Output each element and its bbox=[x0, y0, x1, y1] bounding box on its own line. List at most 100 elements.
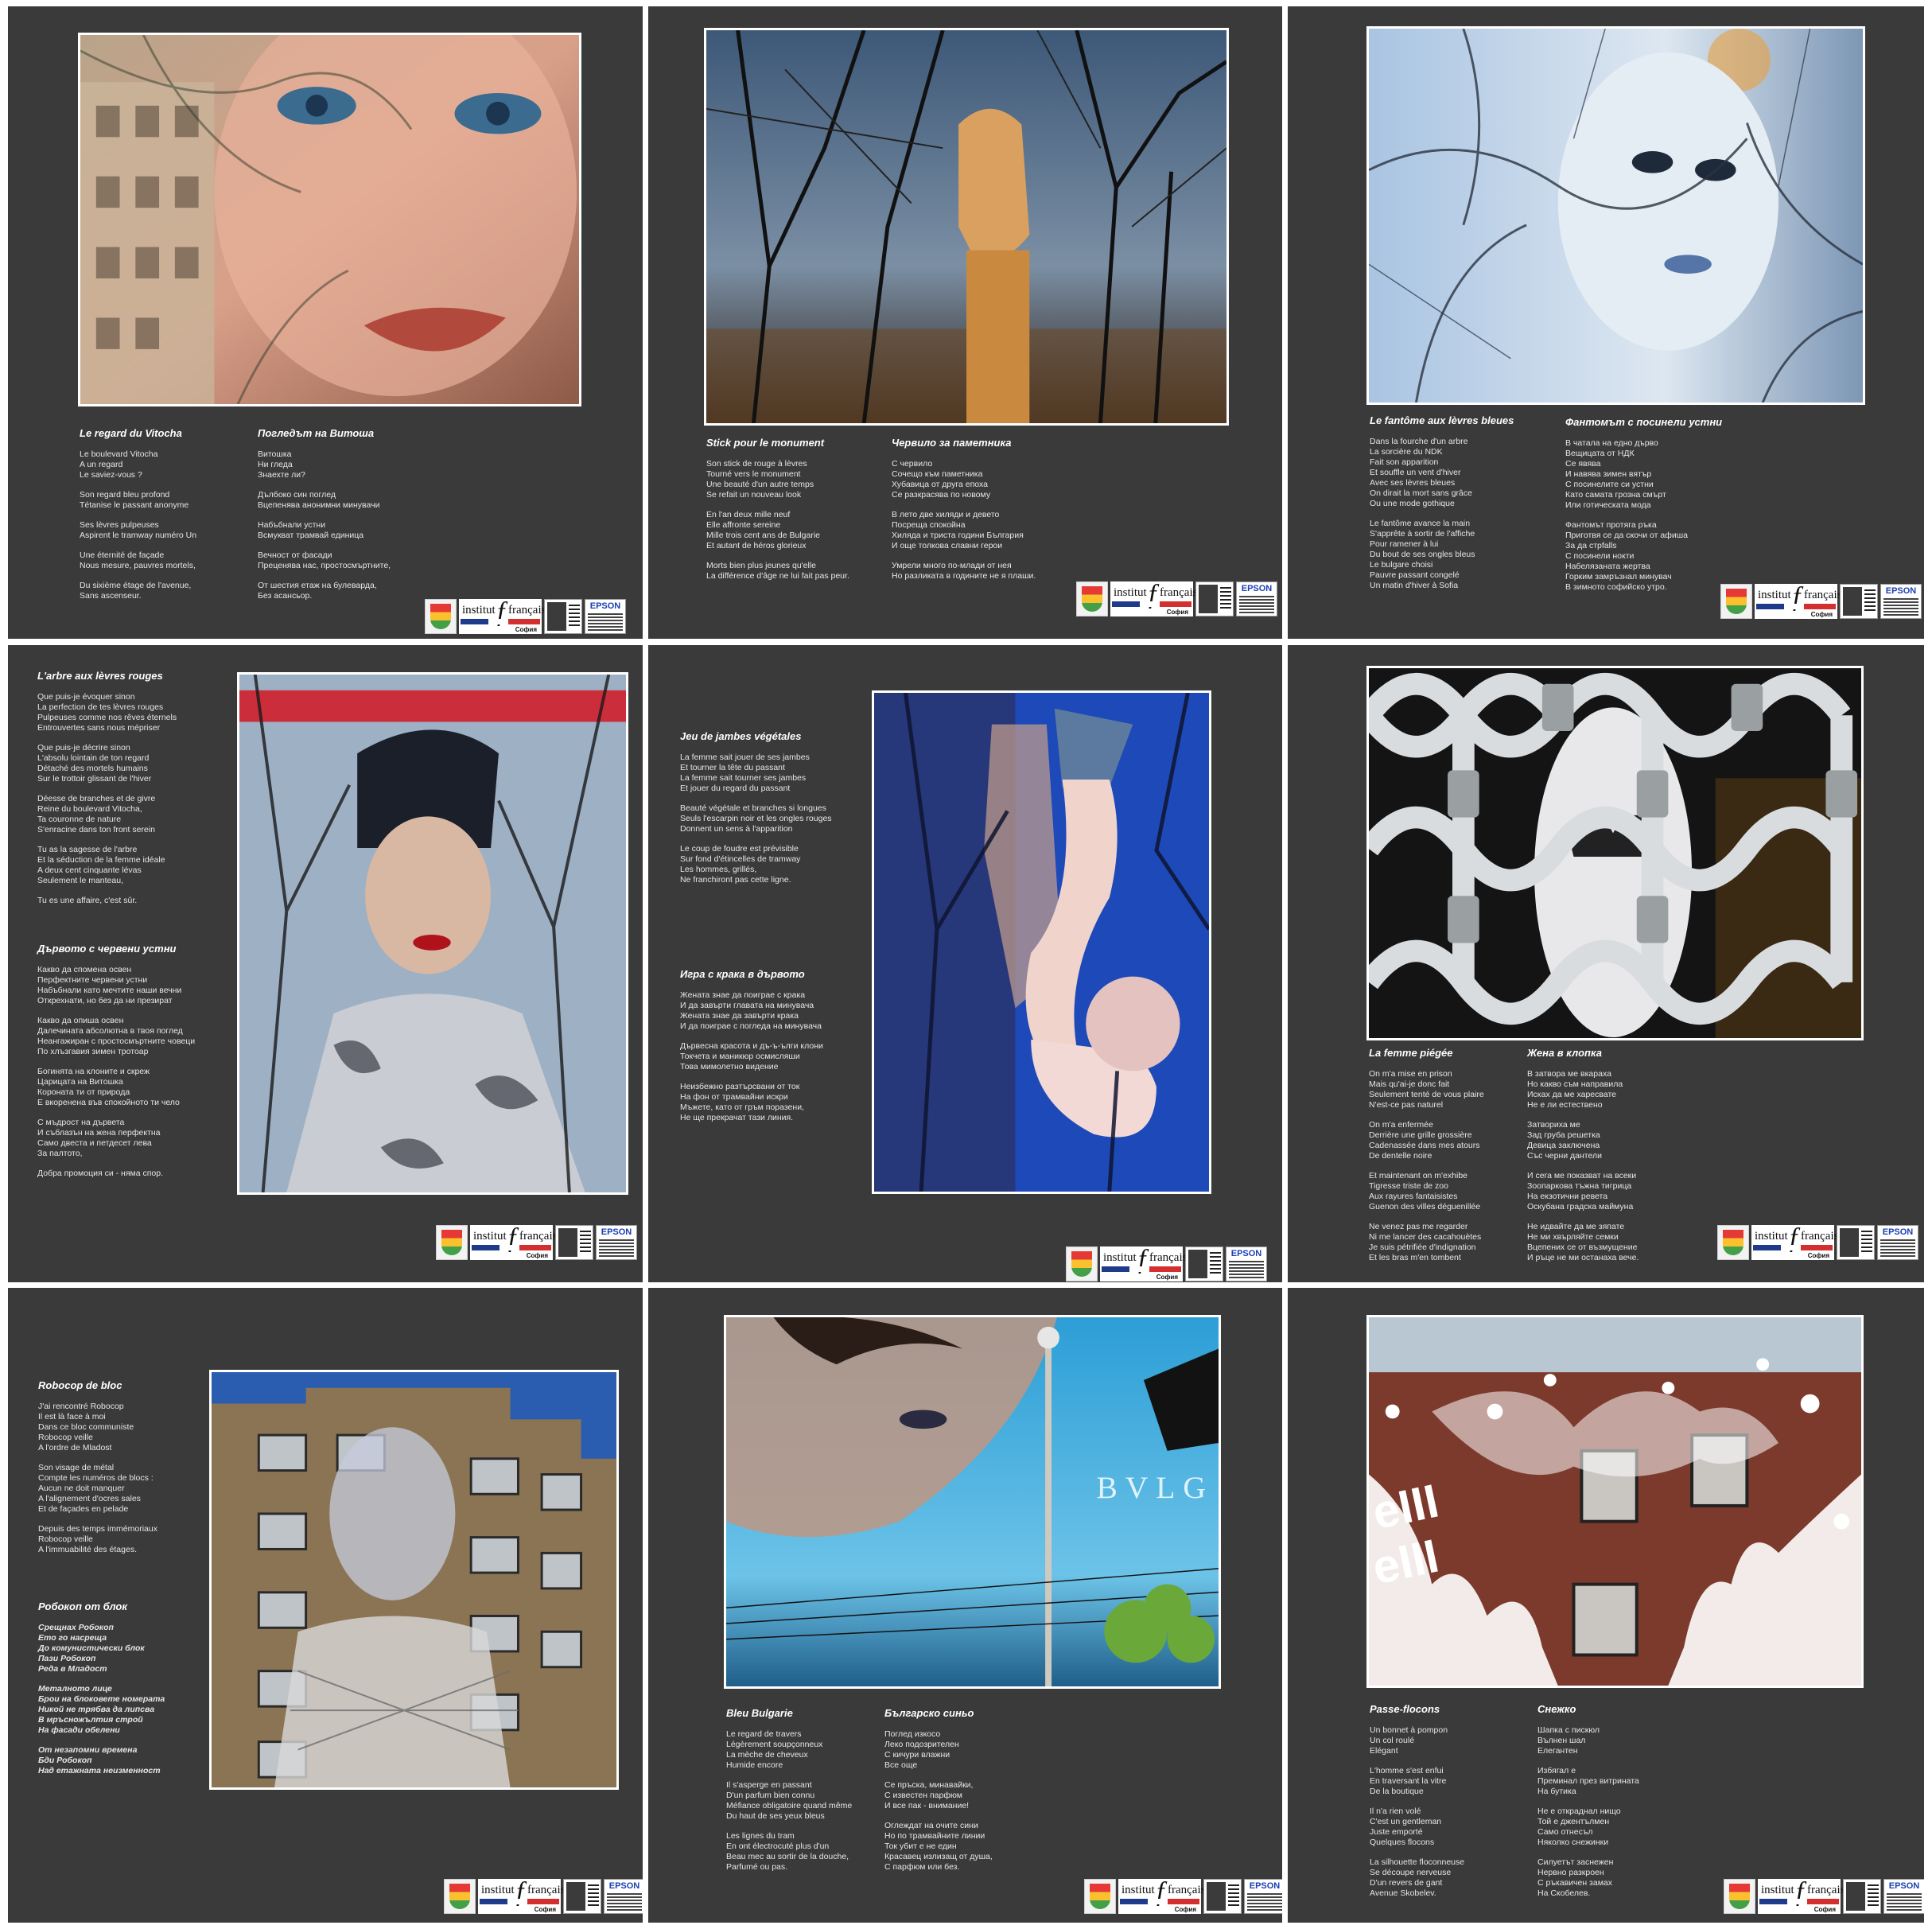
epson-logo: EPSON bbox=[1880, 584, 1922, 619]
photo-studio-logo bbox=[1843, 1879, 1881, 1914]
poem-bulgarian: Снежко Шапка с пискюл Вълнен шал Елегант… bbox=[1537, 1704, 1639, 1908]
stanza: Избягал е Преминал през витрината На бут… bbox=[1537, 1766, 1639, 1796]
stanza: Les lignes du tram En ont électrocuté pl… bbox=[726, 1831, 849, 1872]
poem-title: Българско синьо bbox=[884, 1707, 974, 1719]
stanza: Son regard bleu profond Tétanise le pass… bbox=[80, 490, 189, 510]
stanza: Фантомът протяга ръка Приготвя се да ско… bbox=[1565, 520, 1688, 592]
poem-title: Дървото с червени устни bbox=[37, 943, 177, 955]
stanza: Оглеждат на очите сини Но по трамвайните… bbox=[884, 1821, 993, 1872]
photo-studio-logo bbox=[555, 1225, 593, 1260]
poem-title: Жена в клопка bbox=[1527, 1047, 1602, 1059]
stanza: Неизбежно разтърсвани от ток На фон от т… bbox=[680, 1082, 804, 1122]
stanza: В затвора ме вкараха Но какво съм направ… bbox=[1527, 1069, 1623, 1110]
epson-logo: EPSON bbox=[1236, 581, 1277, 616]
exhibit-panel-6: La femme piégée On m'a mise en prison Ma… bbox=[1288, 645, 1924, 1282]
sofia-crest-logo bbox=[1717, 1225, 1749, 1260]
stanza: Какво да опиша освен Далечината абсолютн… bbox=[37, 1016, 196, 1056]
sponsor-logos: institut f français София EPSON bbox=[1076, 580, 1277, 616]
institut-francais-logo: institut f français София bbox=[1118, 1877, 1205, 1914]
stanza: Son stick de rouge à lèvres Tourné vers … bbox=[706, 459, 814, 500]
stanza: Вечност от фасади Преценява нас, простос… bbox=[258, 550, 391, 570]
photo-mannequin-trees bbox=[704, 28, 1229, 426]
epson-logo: EPSON bbox=[1244, 1879, 1282, 1914]
poem-bulgarian: Дървото с червени устни Какво да спомена… bbox=[37, 943, 195, 1188]
stanza: Поглед изкосо Леко подозрителен С кичури… bbox=[884, 1729, 959, 1770]
exhibit-panel-5: Jeu de jambes végétales La femme sait jo… bbox=[648, 645, 1282, 1282]
institut-francais-logo: institut f français София bbox=[1100, 1245, 1187, 1281]
photo-vitosha-face bbox=[78, 33, 581, 406]
stanza: Дълбоко син поглед Вцепенява анонимни ми… bbox=[258, 490, 380, 510]
photo-studio-logo bbox=[544, 599, 582, 634]
photo-bvlgari-blue: BVLG bbox=[724, 1315, 1221, 1689]
stanza: И сега ме показват на всеки Зоопаркова т… bbox=[1527, 1171, 1637, 1211]
poem-title: Погледът на Витоша bbox=[258, 427, 375, 439]
stanza: Силуетът заснежен Нервно разкроен С ръка… bbox=[1537, 1857, 1614, 1898]
stanza: Le fantôme avance la main S'apprête à so… bbox=[1370, 519, 1475, 590]
stanza: Du sixième étage de l'avenue, Sans ascen… bbox=[80, 581, 192, 601]
poem-bulgarian: Игра с крака в дървото Жената знае да по… bbox=[680, 969, 823, 1133]
svg-text:BVLG: BVLG bbox=[1096, 1470, 1213, 1505]
stanza: Какво да спомена освен Перфектните черве… bbox=[37, 965, 182, 1005]
sponsor-logos: institut f français София EPSON bbox=[1066, 1245, 1267, 1281]
stanza: J'ai rencontré Robocop Il est là face à … bbox=[38, 1402, 134, 1453]
photo-blue-ghost bbox=[1366, 26, 1865, 405]
stanza: Жената знае да поиграе с крака И да завъ… bbox=[680, 990, 822, 1031]
poem-title: La femme piégée bbox=[1369, 1047, 1453, 1059]
poem-title: Stick pour le monument bbox=[706, 437, 825, 449]
stanza: Шапка с пискюл Вълнен шал Елегантен bbox=[1537, 1725, 1600, 1756]
exhibit-panel-9: eIII eIII Passe-flocons Un bonnet à pomp… bbox=[1288, 1288, 1924, 1923]
stanza: Витошка Ни гледа Знаехте ли? bbox=[258, 449, 306, 480]
stanza: La silhouette floconneuse Se découpe ner… bbox=[1370, 1857, 1465, 1898]
stanza: Не идвайте да ме зяпате Не ми хвърляйте … bbox=[1527, 1222, 1639, 1262]
stanza: Que puis-je décrire sinon L'absolu loint… bbox=[37, 743, 152, 784]
poem-french: Stick pour le monument Son stick de roug… bbox=[706, 438, 849, 591]
stanza: Ses lèvres pulpeuses Aspirent le tramway… bbox=[80, 520, 197, 540]
sofia-crest-logo bbox=[1724, 1879, 1755, 1914]
stanza: En l'an deux mille neuf Elle affronte se… bbox=[706, 510, 820, 550]
institut-francais-logo: institut f français София bbox=[1110, 580, 1197, 616]
stanza: Morts bien plus jeunes qu'elle La différ… bbox=[706, 561, 849, 581]
sponsor-logos: institut f français София EPSON bbox=[425, 597, 626, 634]
epson-logo: EPSON bbox=[1883, 1879, 1924, 1914]
sponsor-logos: institut f français София EPSON bbox=[1717, 1223, 1918, 1260]
exhibit-panel-7: Robocop de bloc J'ai rencontré Robocop I… bbox=[8, 1288, 643, 1923]
epson-logo: EPSON bbox=[596, 1225, 637, 1260]
epson-logo: EPSON bbox=[1226, 1246, 1267, 1281]
stanza: Le coup de foudre est prévisible Sur fon… bbox=[680, 844, 801, 885]
stanza: В чатала на едно дърво Вещицата от НДК С… bbox=[1565, 438, 1666, 510]
exhibit-panel-1: Le regard du Vitocha Le boulevard Vitoch… bbox=[8, 6, 643, 639]
poem-french: Jeu de jambes végétales La femme sait jo… bbox=[680, 731, 832, 895]
poem-title: Robocop de bloc bbox=[38, 1379, 122, 1391]
poem-french: Le fantôme aux lèvres bleues Dans la fou… bbox=[1370, 415, 1514, 601]
stanza: Се пръска, минавайки, С известен парфюм … bbox=[884, 1780, 974, 1810]
sofia-crest-logo bbox=[1066, 1246, 1098, 1281]
stanza: Son visage de métal Compte les numéros d… bbox=[38, 1463, 154, 1514]
exhibit-panel-3: Le fantôme aux lèvres bleues Dans la fou… bbox=[1288, 6, 1924, 639]
poem-french: Le regard du Vitocha Le boulevard Vitoch… bbox=[80, 428, 196, 611]
poem-title: Фантомът с посинели устни bbox=[1565, 416, 1723, 428]
stanza: С мъдрост на дървета И съблазън на жена … bbox=[37, 1118, 161, 1158]
poem-title: L'arbre aux lèvres rouges bbox=[37, 670, 163, 682]
poem-title: Jeu de jambes végétales bbox=[680, 730, 802, 742]
poem-french: La femme piégée On m'a mise en prison Ma… bbox=[1369, 1048, 1484, 1273]
institut-francais-logo: institut f français София bbox=[1758, 1877, 1845, 1914]
poem-title: Le fantôme aux lèvres bleues bbox=[1370, 414, 1514, 426]
photo-legs-blue bbox=[872, 690, 1211, 1194]
stanza: С червило Сочещо към паметника Хубавица … bbox=[892, 459, 991, 500]
poem-title: Le regard du Vitocha bbox=[80, 427, 182, 439]
stanza: Dans la fourche d'un arbre La sorcière d… bbox=[1370, 437, 1472, 508]
stanza: Déesse de branches et de givre Reine du … bbox=[37, 794, 156, 834]
sponsor-logos: institut f français София EPSON bbox=[1724, 1877, 1924, 1914]
poem-french: Passe-flocons Un bonnet à pompon Un col … bbox=[1370, 1704, 1464, 1908]
stanza: В лето две хиляди и девето Посреща споко… bbox=[892, 510, 1024, 550]
stanza: Металното лице Брои на блоковете номерат… bbox=[38, 1684, 165, 1735]
sofia-crest-logo bbox=[1720, 584, 1752, 619]
exhibit-panel-8: BVLG Bleu Bulgarie Le regard de travers … bbox=[648, 1288, 1282, 1923]
sofia-crest-logo bbox=[425, 599, 457, 634]
epson-logo: EPSON bbox=[585, 599, 626, 634]
stanza: Le boulevard Vitocha A un regard Le savi… bbox=[80, 449, 158, 480]
epson-logo: EPSON bbox=[604, 1879, 643, 1914]
poem-french: L'arbre aux lèvres rouges Que puis-je év… bbox=[37, 671, 177, 916]
stanza: L'homme s'est enfui En traversant la vit… bbox=[1370, 1766, 1447, 1796]
poem-title: Passe-flocons bbox=[1370, 1703, 1440, 1715]
